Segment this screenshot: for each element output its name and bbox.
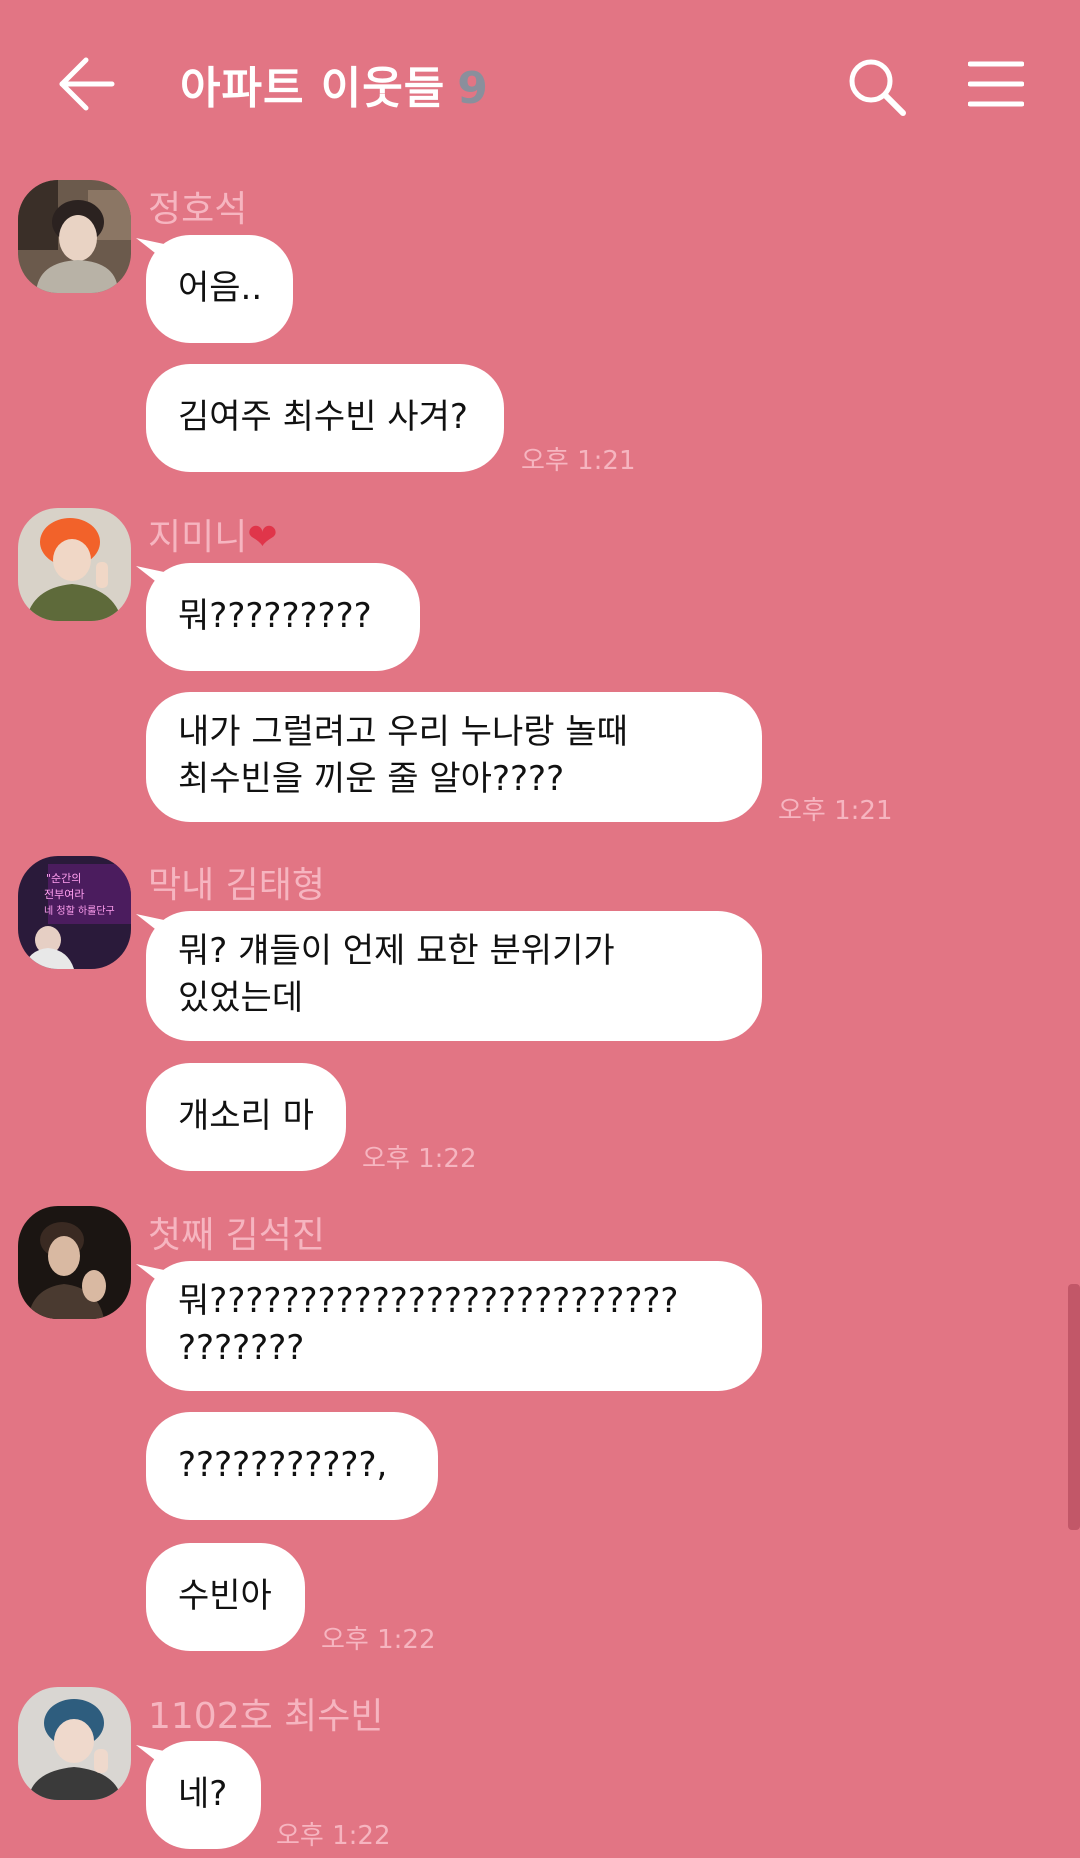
message-text: 뭐??????????????????????????	[178, 1281, 679, 1321]
avatar-neon-text: 전부여라	[44, 888, 84, 901]
sender-name: 1102호 최수빈	[148, 1696, 384, 1737]
message-text: 최수빈을 끼운 줄 알아????	[178, 759, 565, 799]
search-icon[interactable]	[846, 56, 908, 118]
message-bubble[interactable]: 네?	[146, 1741, 261, 1849]
sender-name-text: 지미니	[148, 517, 248, 558]
message-text: 수빈아	[178, 1576, 272, 1616]
sender-name: 정호석	[148, 189, 248, 230]
room-name: 아파트 이웃들	[180, 63, 446, 114]
avatar-taehyung[interactable]: "순간의 전부여라 네 청할 하룰단구	[18, 856, 131, 969]
message-bubble[interactable]: 어음..	[146, 235, 293, 343]
chat-title: 아파트 이웃들 9	[180, 52, 489, 116]
avatar-neon-text: 네 청할 하룰단구	[44, 904, 115, 917]
avatar-soobin[interactable]	[18, 1687, 131, 1800]
sender-name: 지미니❤	[148, 508, 278, 560]
message-text: 네?	[178, 1774, 228, 1814]
message-text: ???????	[178, 1328, 305, 1368]
message-time: 오후 1:21	[778, 796, 893, 826]
sender-name: 첫째 김석진	[148, 1215, 326, 1256]
sender-name: 막내 김태형	[148, 865, 326, 906]
message-bubble[interactable]: 내가 그럴려고 우리 누나랑 놀때 최수빈을 끼운 줄 알아????	[146, 692, 762, 822]
message-bubble[interactable]: 뭐?????????	[146, 563, 420, 671]
menu-icon[interactable]	[967, 60, 1025, 108]
scrollbar[interactable]	[1068, 1284, 1080, 1530]
avatar-hoseok[interactable]	[18, 180, 131, 293]
message-text: ???????????,	[178, 1445, 388, 1485]
chat-header: 아파트 이웃들 9	[0, 0, 1080, 170]
message-time: 오후 1:22	[362, 1144, 477, 1174]
message-bubble[interactable]: 뭐? 걔들이 언제 묘한 분위기가 있었는데	[146, 911, 762, 1041]
member-count: 9	[457, 63, 489, 114]
message-text: 있었는데	[178, 978, 304, 1018]
back-arrow-icon[interactable]	[58, 56, 116, 112]
message-text: 뭐?????????	[178, 596, 372, 636]
heart-icon: ❤	[247, 517, 278, 558]
avatar-jimin[interactable]	[18, 508, 131, 621]
message-text: 김여주 최수빈 사겨?	[178, 397, 468, 437]
avatar-seokjin[interactable]	[18, 1206, 131, 1319]
message-text: 어음..	[178, 268, 263, 308]
message-bubble[interactable]: 뭐?????????????????????????? ???????	[146, 1261, 762, 1391]
message-bubble[interactable]: 개소리 마	[146, 1063, 346, 1171]
message-time: 오후 1:22	[321, 1625, 436, 1655]
message-bubble[interactable]: 김여주 최수빈 사겨?	[146, 364, 504, 472]
message-time: 오후 1:22	[276, 1821, 391, 1851]
avatar-neon-text: "순간의	[46, 872, 81, 885]
message-text: 뭐? 걔들이 언제 묘한 분위기가	[178, 931, 615, 971]
message-text: 내가 그럴려고 우리 누나랑 놀때	[178, 712, 628, 752]
message-time: 오후 1:21	[521, 446, 636, 476]
message-bubble[interactable]: 수빈아	[146, 1543, 305, 1651]
message-text: 개소리 마	[178, 1096, 314, 1136]
message-bubble[interactable]: ???????????,	[146, 1412, 438, 1520]
